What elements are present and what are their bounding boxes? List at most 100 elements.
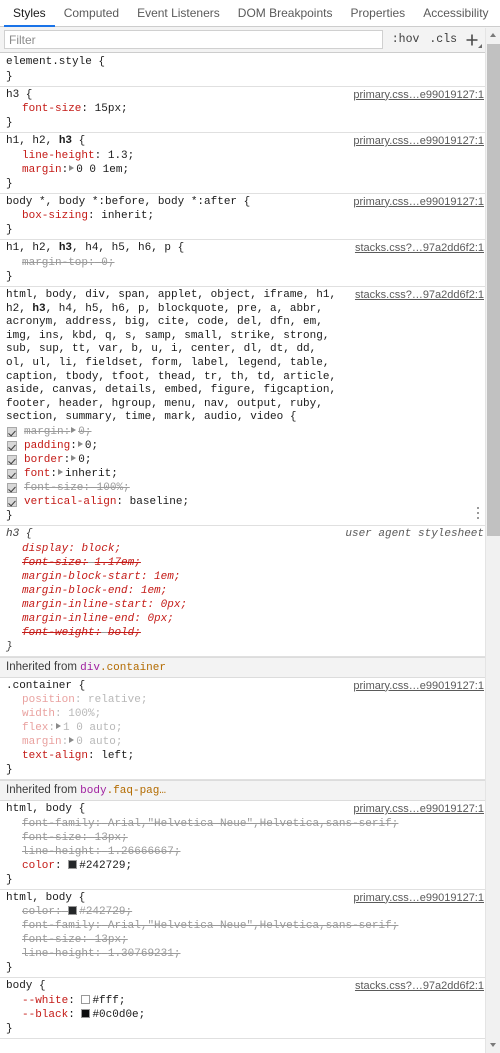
property-value[interactable]: 0 auto [76, 736, 116, 748]
css-rule[interactable]: element.style {} [0, 54, 500, 87]
color-swatch[interactable] [68, 906, 78, 916]
property-name[interactable]: color [22, 906, 55, 918]
css-declaration[interactable]: --white: #fff; [6, 994, 492, 1008]
tab-properties[interactable]: Properties [341, 0, 414, 27]
expand-arrow-icon[interactable] [77, 440, 83, 447]
property-name[interactable]: font-size [22, 557, 81, 569]
css-declaration[interactable]: margin-top: 0; [6, 256, 492, 270]
stylesheet-origin-link[interactable]: stacks.css?…97a2dd6f2:1 [355, 289, 484, 301]
expand-arrow-icon[interactable] [69, 737, 75, 744]
css-declaration[interactable]: border: 0; [6, 453, 492, 467]
css-selector[interactable]: html, body [6, 803, 72, 815]
inherited-element-class[interactable]: .faq-pag… [107, 785, 166, 797]
css-selector[interactable]: element.style [6, 56, 92, 68]
hov-button[interactable]: :hov [387, 27, 425, 53]
property-name[interactable]: margin-inline-start [22, 599, 147, 611]
property-value[interactable]: Arial,"Helvetica Neue",Helvetica,sans-se… [108, 920, 392, 932]
css-declaration[interactable]: margin: 0; [6, 425, 492, 439]
property-name[interactable]: font-size [22, 934, 81, 946]
css-rule[interactable]: html, body, div, span, applet, object, i… [0, 286, 500, 526]
scroll-up-arrow-icon[interactable] [486, 28, 500, 43]
property-value[interactable]: 0 [78, 454, 85, 466]
expand-arrow-icon[interactable] [56, 723, 62, 730]
css-declaration[interactable]: vertical-align: baseline; [6, 495, 492, 509]
property-value[interactable]: #242729 [79, 906, 125, 918]
property-value[interactable]: 1.3 [108, 150, 128, 162]
tab-accessibility[interactable]: Accessibility [414, 0, 497, 27]
tab-dom-breakpoints[interactable]: DOM Breakpoints [229, 0, 342, 27]
property-name[interactable]: flex [22, 722, 48, 734]
scrollbar-thumb[interactable] [487, 44, 500, 536]
declaration-checkbox[interactable] [7, 440, 17, 451]
new-style-rule-button[interactable] [462, 27, 484, 53]
css-declaration[interactable]: width: 100%; [6, 707, 492, 721]
css-declaration[interactable]: position: relative; [6, 693, 492, 707]
declaration-checkbox[interactable] [7, 426, 17, 437]
property-name[interactable]: --white [22, 995, 68, 1007]
css-declaration[interactable]: color: #242729; [6, 859, 492, 873]
property-name[interactable]: vertical-align [24, 496, 116, 508]
css-declaration[interactable]: margin: 0 0 1em; [6, 163, 492, 177]
css-declaration[interactable]: color: #242729; [6, 905, 492, 919]
property-value[interactable]: 1em [154, 571, 174, 583]
css-rule[interactable]: h1, h2, h3 {primary.css…e99019127:1 line-… [0, 133, 500, 194]
stylesheet-origin-link[interactable]: primary.css…e99019127:1 [353, 196, 484, 208]
property-name[interactable]: border [24, 454, 64, 466]
property-value[interactable]: 1.30769231 [108, 948, 174, 960]
property-value[interactable]: 0px [147, 613, 167, 625]
property-name[interactable]: font-size [22, 832, 81, 844]
css-declaration[interactable]: margin-block-end: 1em; [6, 584, 492, 598]
css-rule[interactable]: h3 {user agent stylesheet display: block;… [0, 525, 500, 657]
inherited-element-tag[interactable]: body [80, 785, 106, 797]
property-value[interactable]: 0 [101, 257, 108, 269]
property-value[interactable]: 1.17em [95, 557, 135, 569]
css-selector[interactable]: h1, h2, h3, h4, h5, h6, p [6, 242, 171, 254]
expand-arrow-icon[interactable] [71, 426, 77, 433]
declaration-checkbox[interactable] [7, 496, 17, 507]
css-declaration[interactable]: text-align: left; [6, 749, 492, 763]
property-name[interactable]: margin [22, 164, 62, 176]
stylesheet-origin-link[interactable]: primary.css…e99019127:1 [353, 892, 484, 904]
css-rule[interactable]: h1, h2, h3, h4, h5, h6, p {stacks.css?…9… [0, 240, 500, 287]
stylesheet-origin-link[interactable]: primary.css…e99019127:1 [353, 89, 484, 101]
css-rule[interactable]: h3 {primary.css…e99019127:1 font-size: 15… [0, 86, 500, 134]
property-value[interactable]: 13px [95, 934, 121, 946]
property-name[interactable]: font-family [22, 920, 95, 932]
css-declaration[interactable]: padding: 0; [6, 439, 492, 453]
expand-arrow-icon[interactable] [58, 468, 64, 475]
property-name[interactable]: font-family [22, 818, 95, 830]
property-value[interactable]: #242729 [79, 860, 125, 872]
css-declaration[interactable]: font-size: 100%; [6, 481, 492, 495]
css-rule[interactable]: html, body {primary.css…e99019127:1 font-… [0, 801, 500, 890]
css-declaration[interactable]: font-size: 1.17em; [6, 556, 492, 570]
css-declaration[interactable]: line-height: 1.26666667; [6, 845, 492, 859]
css-declaration[interactable]: line-height: 1.30769231; [6, 947, 492, 961]
property-value[interactable]: 0px [161, 599, 181, 611]
property-name[interactable]: line-height [22, 150, 95, 162]
declaration-checkbox[interactable] [7, 468, 17, 479]
property-value[interactable]: 13px [95, 832, 121, 844]
property-name[interactable]: line-height [22, 948, 95, 960]
property-value[interactable]: 0 [78, 426, 85, 438]
property-name[interactable]: margin-top [22, 257, 88, 269]
inherited-element-tag[interactable]: div [80, 662, 100, 674]
css-selector[interactable]: body *, body *:before, body *:after [6, 196, 237, 208]
property-name[interactable]: font [24, 468, 50, 480]
property-name[interactable]: margin-inline-end [22, 613, 134, 625]
property-value[interactable]: 15px [95, 103, 121, 115]
css-rule[interactable]: body {stacks.css?…97a2dd6f2:1 --white: #f… [0, 978, 500, 1039]
css-declaration[interactable]: margin-inline-start: 0px; [6, 598, 492, 612]
more-options-icon[interactable] [472, 506, 484, 521]
css-selector[interactable]: html, body [6, 892, 72, 904]
css-declaration[interactable]: margin-block-start: 1em; [6, 570, 492, 584]
css-declaration[interactable]: font: inherit; [6, 467, 492, 481]
property-name[interactable]: font-size [24, 482, 83, 494]
css-declaration[interactable]: display: block; [6, 542, 492, 556]
property-value[interactable]: inherit [101, 210, 147, 222]
property-name[interactable]: line-height [22, 846, 95, 858]
css-rule[interactable]: html, body {primary.css…e99019127:1 color… [0, 889, 500, 979]
tab-computed[interactable]: Computed [55, 0, 128, 27]
css-declaration[interactable]: font-weight: bold; [6, 626, 492, 640]
property-name[interactable]: position [22, 694, 75, 706]
property-value[interactable]: 100% [68, 708, 94, 720]
